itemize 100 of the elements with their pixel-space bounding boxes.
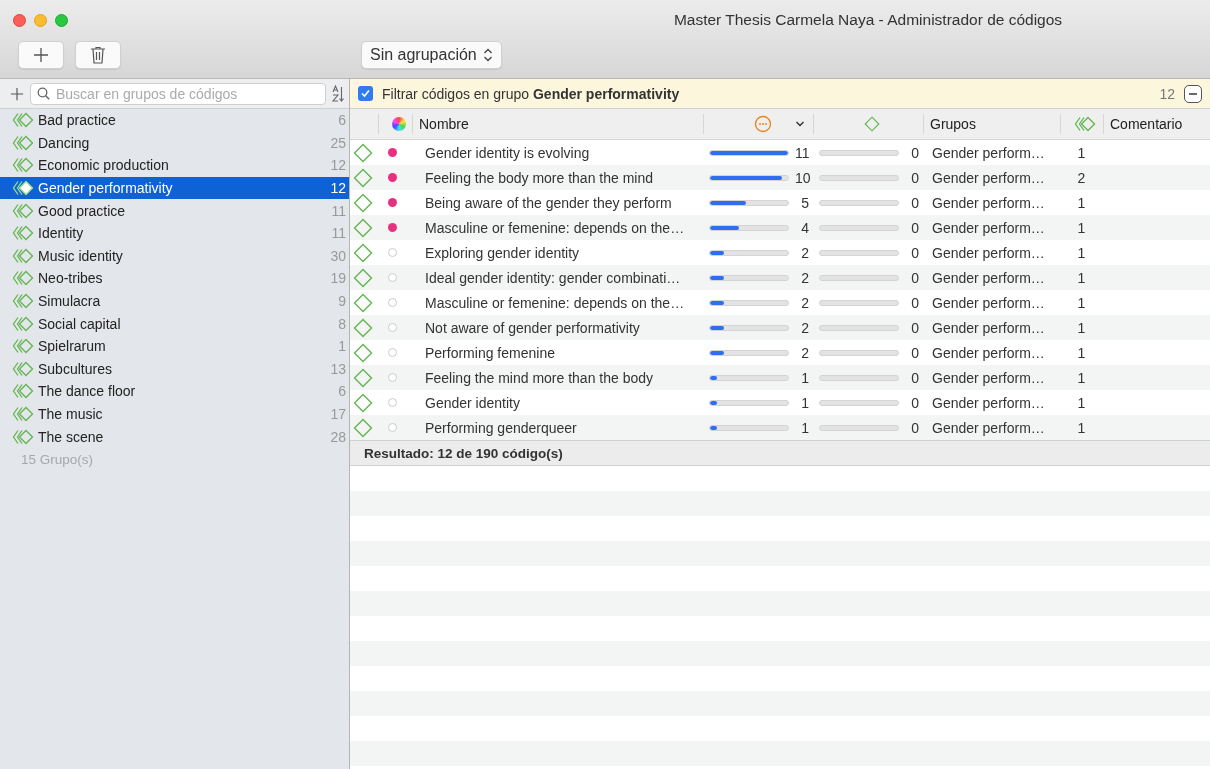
group-name: The music xyxy=(38,406,104,422)
up-down-chevron-icon xyxy=(482,47,493,63)
empty-color-dot xyxy=(388,273,397,282)
sort-icon[interactable] xyxy=(332,84,344,103)
group-count: 1 xyxy=(1077,244,1086,261)
search-field[interactable]: Buscar en grupos de códigos xyxy=(30,82,326,105)
quotation-icon[interactable] xyxy=(753,115,772,133)
group-item[interactable]: The music 17 xyxy=(0,402,349,426)
code-name: Feeling the body more than the mind xyxy=(424,169,655,186)
empty-color-dot xyxy=(388,248,397,257)
code-name: Gender identity xyxy=(424,394,521,411)
code-name: Not aware of gender performativity xyxy=(424,319,641,336)
group-item[interactable]: Music identity 30 xyxy=(0,244,349,268)
group-count: 6 xyxy=(338,383,346,400)
code-icon xyxy=(353,192,373,213)
window-control-icon[interactable] xyxy=(34,13,47,27)
groups-value: Gender perform… xyxy=(931,269,1046,286)
group-item[interactable]: Good practice 11 xyxy=(0,199,349,222)
code-group-icon xyxy=(12,134,34,151)
column-header[interactable]: Grupos xyxy=(923,114,1060,134)
count-value: 0 xyxy=(910,419,919,436)
group-count: 17 xyxy=(330,406,346,422)
add-icon[interactable] xyxy=(10,86,24,101)
code-icon xyxy=(353,317,373,338)
code-icon xyxy=(353,167,373,188)
group-count: 1 xyxy=(1077,144,1086,161)
delete-button[interactable] xyxy=(75,41,121,69)
group-count: 19 xyxy=(330,270,346,287)
group-name: Spielrarum xyxy=(38,338,107,355)
empty-color-dot xyxy=(388,373,397,382)
color-wheel-icon[interactable] xyxy=(391,117,406,131)
group-count: 1 xyxy=(1077,394,1086,411)
group-item[interactable]: Dancing 25 xyxy=(0,131,349,155)
filter-count: 12 xyxy=(1159,85,1175,102)
column-header[interactable]: Nombre xyxy=(412,114,703,134)
filter-checkbox[interactable] xyxy=(358,86,373,101)
group-count: 8 xyxy=(338,315,346,332)
count-value: 1 xyxy=(800,419,809,436)
code-icon xyxy=(353,342,373,363)
group-count: 11 xyxy=(331,202,346,219)
group-item[interactable]: Identity 11 xyxy=(0,221,349,245)
count-value: 11 xyxy=(795,144,809,161)
count-value: 10 xyxy=(795,169,809,186)
empty-color-dot xyxy=(388,398,397,407)
group-item[interactable]: Spielrarum 1 xyxy=(0,334,349,358)
group-item[interactable]: Social capital 8 xyxy=(0,312,349,335)
result-summary: Resultado: 12 de 190 código(s) xyxy=(350,440,1210,466)
window-title: Master Thesis Carmela Naya - Administrador de códigos xyxy=(672,11,1064,29)
group-item[interactable]: Gender performativity 12 xyxy=(0,176,349,200)
count-value: 1 xyxy=(800,369,809,386)
group-item[interactable]: Neo-tribes 19 xyxy=(0,267,349,290)
empty-color-dot xyxy=(388,423,397,432)
search-icon xyxy=(37,87,50,100)
code-name: Feeling the mind more than the body xyxy=(424,369,655,386)
code-name: Masculine or femenine: depends on the… xyxy=(424,219,686,236)
code-icon xyxy=(353,392,373,413)
group-count: 1 xyxy=(338,338,346,355)
group-item[interactable]: Subcultures 13 xyxy=(0,357,349,381)
grouping-dropdown[interactable]: Sin agrupación xyxy=(361,41,502,69)
code-group-icon xyxy=(12,293,34,310)
group-count: 1 xyxy=(1077,294,1086,311)
group-item[interactable]: Bad practice 6 xyxy=(0,109,349,132)
count-value: 0 xyxy=(910,394,919,411)
count-value: 0 xyxy=(910,369,919,386)
group-count: 1 xyxy=(1077,219,1086,236)
group-count: 11 xyxy=(331,225,346,242)
groups-value: Gender perform… xyxy=(931,344,1046,361)
code-group-icon xyxy=(12,270,34,287)
count-value: 0 xyxy=(910,219,919,236)
code-group-icon xyxy=(12,247,34,264)
code-group-icon xyxy=(12,225,34,242)
window-control-icon[interactable] xyxy=(55,13,68,27)
count-value: 4 xyxy=(800,219,809,236)
add-button[interactable] xyxy=(18,41,64,69)
empty-color-dot xyxy=(388,323,397,332)
group-name: Dancing xyxy=(38,134,91,151)
group-item[interactable]: The dance floor 6 xyxy=(0,380,349,403)
code-icon xyxy=(353,267,373,288)
group-name: Identity xyxy=(38,225,85,242)
group-item[interactable]: Simulacra 9 xyxy=(0,289,349,313)
count-value: 1 xyxy=(800,394,809,411)
group-name: Economic production xyxy=(38,157,170,174)
group-item[interactable]: The scene 28 xyxy=(0,425,349,448)
code-name: Exploring gender identity xyxy=(424,244,581,261)
sort-chevron-icon[interactable] xyxy=(795,120,805,128)
check-icon xyxy=(360,88,371,99)
column-header[interactable]: Comentario xyxy=(1103,114,1210,134)
window-control-icon[interactable] xyxy=(13,13,26,27)
code-icon[interactable] xyxy=(863,116,880,132)
group-item[interactable]: Economic production 12 xyxy=(0,154,349,177)
group-count: 13 xyxy=(330,360,346,377)
remove-filter-button[interactable] xyxy=(1184,84,1202,103)
group-name: Simulacra xyxy=(38,293,102,310)
code-group-icon xyxy=(12,428,34,445)
groups-value: Gender perform… xyxy=(931,219,1046,236)
code-group-icon xyxy=(12,202,34,219)
group-count: 1 xyxy=(1077,319,1086,336)
empty-color-dot xyxy=(388,298,397,307)
group-count: 25 xyxy=(330,134,346,151)
code-group-icon[interactable] xyxy=(1074,116,1096,132)
